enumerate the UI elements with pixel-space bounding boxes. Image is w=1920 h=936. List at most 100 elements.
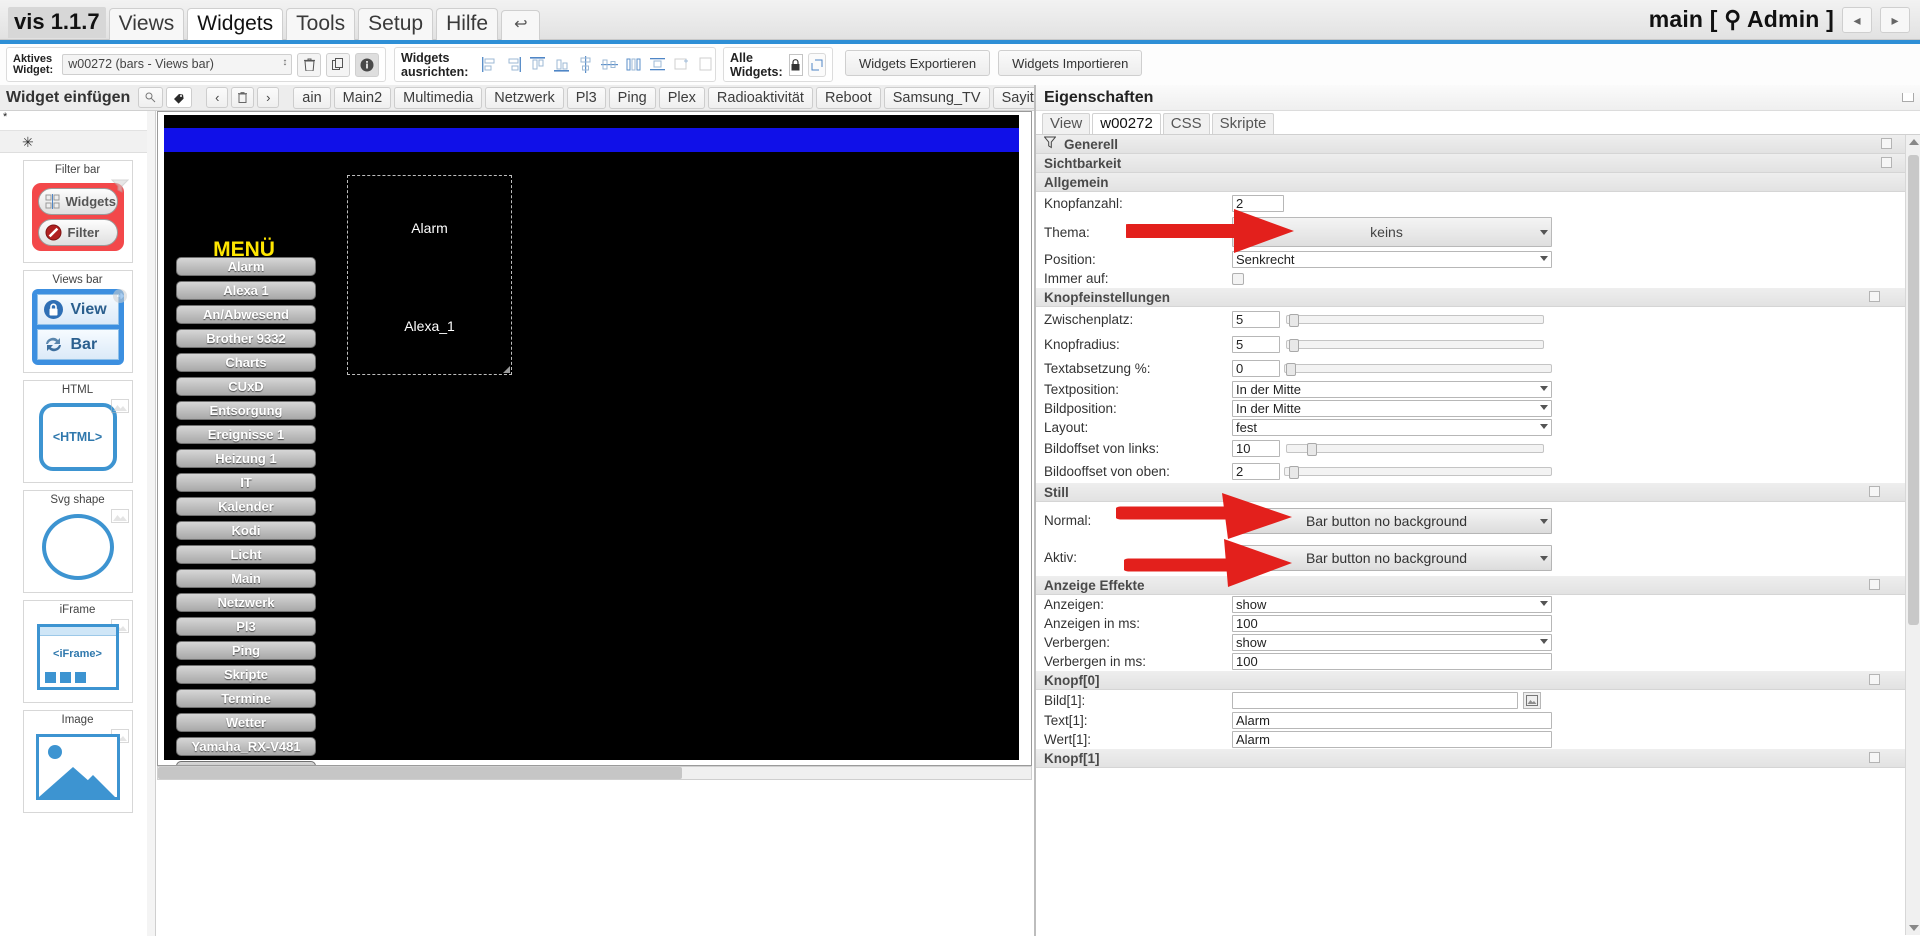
bild1-input[interactable]: [1232, 692, 1518, 709]
properties-vertical-scrollbar[interactable]: [1905, 135, 1920, 935]
scroll-thumb[interactable]: [1908, 155, 1919, 625]
verbergen-select[interactable]: show: [1232, 634, 1552, 651]
align-right-icon[interactable]: [505, 56, 522, 73]
view-button-it[interactable]: IT: [176, 473, 316, 492]
delete-widget-button[interactable]: [297, 52, 322, 77]
tab-w00272[interactable]: w00272: [1092, 113, 1161, 134]
canvas-horizontal-scrollbar[interactable]: [157, 766, 1032, 780]
knopfradius-slider[interactable]: [1286, 339, 1544, 352]
section-checkbox[interactable]: [1881, 138, 1892, 149]
immer-auf-checkbox[interactable]: [1232, 272, 1244, 285]
nav-next-icon[interactable]: ▸: [1880, 6, 1910, 33]
view-button-brother-9332[interactable]: Brother 9332: [176, 329, 316, 348]
palette-filter-input[interactable]: *: [0, 111, 155, 131]
scroll-up-icon[interactable]: [1909, 139, 1919, 145]
view-button-ping[interactable]: Ping: [176, 641, 316, 660]
view-button-licht[interactable]: Licht: [176, 545, 316, 564]
view-next-button[interactable]: ›: [257, 87, 280, 108]
search-widget-icon[interactable]: [138, 87, 164, 108]
view-button-kalender[interactable]: Kalender: [176, 497, 316, 516]
aktiv-style-select[interactable]: Bar button no background: [1232, 544, 1552, 571]
bild1-browse-icon[interactable]: [1523, 692, 1541, 709]
views-bar-widget[interactable]: Alarm Alexa 1 An/Abwesend Brother 9332 C…: [176, 257, 316, 765]
distribute-horizontal-icon[interactable]: [625, 56, 642, 73]
view-button-termine[interactable]: Termine: [176, 689, 316, 708]
scroll-thumb[interactable]: [158, 767, 682, 779]
same-width-icon[interactable]: [673, 56, 690, 73]
same-height-icon[interactable]: [697, 56, 714, 73]
nav-prev-icon[interactable]: ◂: [1842, 6, 1872, 33]
view-button-netzwerk[interactable]: Netzwerk: [176, 593, 316, 612]
anzeigen-ms-input[interactable]: 100: [1232, 615, 1552, 632]
section-knopf1[interactable]: Knopf[1] ▲▼: [1036, 749, 1920, 768]
undo-button[interactable]: ↩: [501, 9, 541, 40]
section-knopf0[interactable]: Knopf[0] ▲▼: [1036, 671, 1920, 690]
section-still[interactable]: Still ▲▼: [1036, 483, 1920, 502]
bildoffset-oben-input[interactable]: 2: [1232, 462, 1280, 480]
slider-knob[interactable]: [1289, 314, 1299, 327]
align-top-icon[interactable]: [529, 56, 546, 73]
section-allgemein[interactable]: Allgemein ▲▼: [1036, 173, 1920, 192]
section-knopfeinstellungen[interactable]: Knopfeinstellungen ▲▼: [1036, 288, 1920, 307]
export-widgets-button[interactable]: Widgets Exportieren: [845, 50, 991, 76]
layout-select[interactable]: fest: [1232, 419, 1552, 436]
slider-knob[interactable]: [1289, 339, 1299, 352]
minimize-icon[interactable]: [1902, 93, 1914, 102]
import-widgets-button[interactable]: Widgets Importieren: [998, 50, 1143, 76]
bildoffset-oben-slider[interactable]: [1284, 465, 1552, 479]
scroll-down-icon[interactable]: [1909, 925, 1919, 931]
view-button-wetter[interactable]: Wetter: [176, 713, 316, 732]
anzeigen-select[interactable]: show: [1232, 596, 1552, 613]
tab-view[interactable]: View: [1042, 113, 1091, 134]
slider-knob[interactable]: [1289, 465, 1299, 479]
zwischenplatz-input[interactable]: 5: [1232, 311, 1280, 328]
section-checkbox[interactable]: [1869, 579, 1880, 590]
view-button-pl3[interactable]: Pl3: [176, 617, 316, 636]
tab-css[interactable]: CSS: [1162, 113, 1210, 134]
view-button-yamaha-rx-v481[interactable]: Yamaha_RX-V481: [176, 737, 316, 756]
palette-scrollbar[interactable]: [147, 111, 155, 936]
view-tab-reboot[interactable]: Reboot: [815, 86, 881, 109]
menu-item-views[interactable]: Views: [108, 7, 185, 40]
zwischenplatz-slider[interactable]: [1286, 314, 1544, 327]
menu-item-widgets[interactable]: Widgets: [187, 7, 284, 40]
distribute-vertical-icon[interactable]: [649, 56, 666, 73]
section-checkbox[interactable]: [1869, 486, 1880, 497]
view-button-ereignisse-1[interactable]: Ereignisse 1: [176, 425, 316, 444]
view-prev-button[interactable]: ‹: [206, 87, 229, 108]
section-checkbox[interactable]: [1869, 674, 1880, 685]
view-tab-radioaktivitaet[interactable]: Radioaktivität: [707, 86, 813, 109]
bildposition-select[interactable]: In der Mitte: [1232, 400, 1552, 417]
palette-card-svg-shape[interactable]: Svg shape: [22, 490, 133, 593]
view-tab-ain[interactable]: ain: [293, 86, 331, 109]
section-checkbox[interactable]: [1881, 157, 1892, 168]
view-canvas[interactable]: MENÜ Alarm Alexa 1 An/Abwesend Brother 9…: [157, 111, 1032, 766]
view-button-main[interactable]: Main: [176, 569, 316, 588]
view-button-charts[interactable]: Charts: [176, 353, 316, 372]
textposition-select[interactable]: In der Mitte: [1232, 381, 1552, 398]
section-sichtbarkeit[interactable]: Sichtbarkeit: [1036, 154, 1920, 173]
palette-card-image[interactable]: Image: [22, 710, 133, 813]
view-button-alarm[interactable]: Alarm: [176, 257, 316, 276]
thema-select[interactable]: keins: [1232, 217, 1552, 247]
palette-card-html[interactable]: HTML <HTML>: [22, 380, 133, 483]
menu-item-setup[interactable]: Setup: [358, 7, 434, 40]
slider-knob[interactable]: [1307, 442, 1317, 456]
widget-info-button[interactable]: [355, 52, 379, 77]
copy-widget-button[interactable]: [326, 52, 351, 77]
palette-card-filter-bar[interactable]: Filter bar Widgets Filter: [22, 160, 133, 263]
textabsetzung-input[interactable]: 0: [1232, 360, 1280, 377]
view-button-an-abwesend[interactable]: An/Abwesend: [176, 305, 316, 324]
view-tab-main2[interactable]: Main2: [333, 86, 392, 109]
section-anzeige-effekte[interactable]: Anzeige Effekte ▲▼: [1036, 576, 1920, 595]
view-button-cuxd[interactable]: CUxD: [176, 377, 316, 396]
tag-widget-icon[interactable]: [166, 87, 193, 108]
text1-input[interactable]: Alarm: [1232, 712, 1552, 729]
tab-skripte[interactable]: Skripte: [1211, 113, 1275, 134]
view-button-entsorgung[interactable]: Entsorgung: [176, 401, 316, 420]
resize-handle[interactable]: [503, 366, 510, 373]
knopfradius-input[interactable]: 5: [1232, 336, 1280, 353]
verbergen-ms-input[interactable]: 100: [1232, 653, 1552, 670]
view-tab-multimedia[interactable]: Multimedia: [394, 86, 483, 109]
view-tab-samsung-tv[interactable]: Samsung_TV: [883, 86, 990, 109]
